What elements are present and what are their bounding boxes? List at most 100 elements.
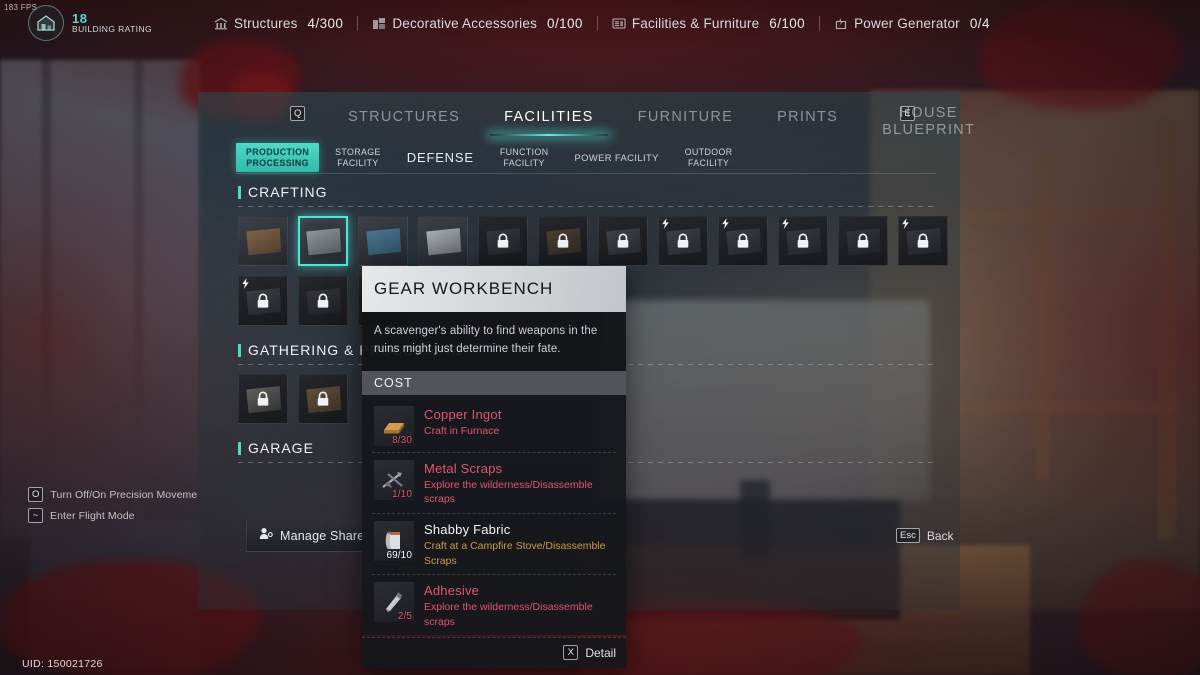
lock-icon xyxy=(617,233,629,248)
section-accent-bar xyxy=(238,185,241,199)
subtab-power-facility[interactable]: POWER FACILITY xyxy=(564,148,668,167)
hud-stat-structures: Structures 4/300 xyxy=(200,16,357,31)
subtab-function[interactable]: FUNCTION FACILITY xyxy=(490,143,559,172)
power-required-icon xyxy=(782,218,789,229)
hud-stat-power-generator: Power Generator 0/4 xyxy=(820,16,1004,31)
back-hint[interactable]: Esc Back xyxy=(896,528,954,543)
subtab-label-line2: FACILITY xyxy=(337,157,379,168)
facilities-icon xyxy=(612,17,626,30)
tab-label: FACILITIES xyxy=(504,109,594,125)
hud-stat-label: Power Generator xyxy=(854,15,960,31)
tab-furniture[interactable]: FURNITURE xyxy=(616,92,755,142)
build-item-gear-workbench[interactable] xyxy=(298,216,348,266)
subtab-label-line2: PROCESSING xyxy=(246,157,309,168)
tab-label: STRUCTURES xyxy=(348,109,461,125)
cost-text-block: Adhesive Explore the wilderness/Disassemb… xyxy=(424,582,614,629)
lock-icon xyxy=(917,233,929,248)
item-detail-tooltip: GEAR WORKBENCH A scavenger's ability to … xyxy=(362,266,626,669)
cost-item-source: Explore the wilderness/Disassemble scrap… xyxy=(424,478,593,506)
hint-key[interactable]: ~ xyxy=(28,508,43,523)
build-item-locked-cabinet[interactable] xyxy=(478,216,528,266)
build-item-locked-box-machine[interactable] xyxy=(238,276,288,326)
cost-item-name: Copper Ingot xyxy=(424,406,502,422)
item-thumbnail xyxy=(306,228,342,256)
subtab-outdoor[interactable]: OUTDOOR FACILITY xyxy=(675,143,743,172)
cost-quantity: 2/5 xyxy=(397,611,412,623)
lock-icon xyxy=(797,233,809,248)
tab-label-line1: HOUSE xyxy=(899,104,958,121)
hud-stat-value: 0/4 xyxy=(969,15,990,31)
detail-label: Detail xyxy=(585,645,616,660)
section-title: CRAFTING xyxy=(248,184,328,200)
lock-icon xyxy=(497,233,509,248)
subtab-bar: PRODUCTION PROCESSING STORAGE FACILITY DEFEN… xyxy=(236,142,936,174)
build-item-locked-server-rack[interactable] xyxy=(718,216,768,266)
subtab-label-line1: OUTDOOR xyxy=(684,146,733,157)
cost-row: 8/30 Copper Ingot Craft in Furnace xyxy=(372,399,616,452)
hud-stat-facilities-furniture: Facilities & Furniture 6/100 xyxy=(598,16,819,31)
subtab-storage[interactable]: STORAGE FACILITY xyxy=(325,143,391,172)
build-item-locked-planter-box[interactable] xyxy=(298,374,348,424)
building-rating-value: 18 xyxy=(72,10,88,26)
power-required-icon xyxy=(722,218,729,229)
section-title: GARAGE xyxy=(248,440,314,456)
build-item-locked-工-bench[interactable] xyxy=(598,216,648,266)
hud-stat-value: 6/100 xyxy=(769,15,806,31)
build-item-locked-ore-pile[interactable] xyxy=(238,374,288,424)
control-hint-row: ~ Enter Flight Mode xyxy=(28,508,197,523)
build-item-machining-bench[interactable] xyxy=(418,216,468,266)
power-icon xyxy=(834,17,848,30)
subtab-label-line1: FUNCTION xyxy=(499,146,549,157)
hud-stat-value: 4/300 xyxy=(307,15,344,31)
hud-stat-value: 0/100 xyxy=(547,15,583,31)
tooltip-cost-list: 8/30 Copper Ingot Craft in Furnace 1/10 Meta… xyxy=(362,394,626,636)
cost-quantity: 69/10 xyxy=(386,549,412,561)
hint-key[interactable]: O xyxy=(28,487,44,502)
tab-facilities[interactable]: FACILITIES xyxy=(482,92,616,142)
control-hint-row: O Turn Off/On Precision Moveme xyxy=(28,487,197,502)
build-item-locked-barrel[interactable] xyxy=(898,216,948,266)
tab-prints[interactable]: PRINTS xyxy=(755,92,860,142)
build-item-locked-electric-cabinet[interactable] xyxy=(658,216,708,266)
detail-key[interactable]: X xyxy=(563,645,579,661)
hud-stat-decorative-accessories: Decorative Accessories 0/100 xyxy=(358,16,597,31)
section-divider xyxy=(238,206,938,207)
tab-label: FURNITURE xyxy=(637,109,734,125)
subtab-defense[interactable]: DEFENSE xyxy=(397,146,484,170)
top-hud-bar: 183 FPS 18 BUILDING RATING Structures 4/3… xyxy=(0,0,1200,46)
tab-house[interactable]: HOUSE BLUEPRINT xyxy=(860,92,997,142)
shabby-fabric-icon: 69/10 xyxy=(374,520,414,561)
fps-counter: 183 FPS xyxy=(4,3,38,12)
subtab-label-line1: DEFENSE xyxy=(406,149,474,165)
prev-tab-key[interactable]: Q xyxy=(290,106,306,121)
build-item-workbench[interactable] xyxy=(238,216,288,266)
tooltip-title: GEAR WORKBENCH xyxy=(362,266,626,312)
lock-icon xyxy=(317,293,329,308)
cost-row: 2/5 Adhesive Explore the wilderness/Disass… xyxy=(372,574,616,635)
lock-icon xyxy=(857,233,869,248)
power-required-icon xyxy=(242,278,249,289)
item-thumbnail xyxy=(366,228,402,256)
power-required-icon xyxy=(902,218,909,229)
person-share-icon xyxy=(259,527,273,545)
manage-share-label: Manage Share xyxy=(280,529,365,543)
build-item-furnace[interactable] xyxy=(358,216,408,266)
tab-active-underline xyxy=(490,134,608,136)
panel-tab-bar: Q E STRUCTURES FACILITIES FURNITURE PRINTS H… xyxy=(198,92,974,142)
build-item-locked-table[interactable] xyxy=(838,216,888,266)
tab-structures[interactable]: STRUCTURES xyxy=(326,92,482,142)
build-item-locked-shelf-bench[interactable] xyxy=(538,216,588,266)
control-hints-left: O Turn Off/On Precision Moveme ~ Enter Flig… xyxy=(28,487,197,529)
build-item-locked-low-table[interactable] xyxy=(298,276,348,326)
uid-text: UID: 150021726 xyxy=(22,658,103,670)
copper-ingot-icon: 8/30 xyxy=(374,405,414,446)
subtab-production[interactable]: PRODUCTION PROCESSING xyxy=(236,142,320,173)
subtab-label-line1: PRODUCTION xyxy=(246,146,310,157)
hint-text: Turn Off/On Precision Moveme xyxy=(50,488,198,501)
tooltip-cost-header: COST xyxy=(362,370,626,395)
cost-row: 1/10 Metal Scraps Explore the wilderness/D… xyxy=(372,451,616,513)
tab-label-line2: BLUEPRINT xyxy=(882,121,976,138)
esc-key[interactable]: Esc xyxy=(896,528,920,543)
build-item-locked-electric-bench[interactable] xyxy=(778,216,828,266)
cost-item-source: Craft in Furnace xyxy=(424,424,500,437)
